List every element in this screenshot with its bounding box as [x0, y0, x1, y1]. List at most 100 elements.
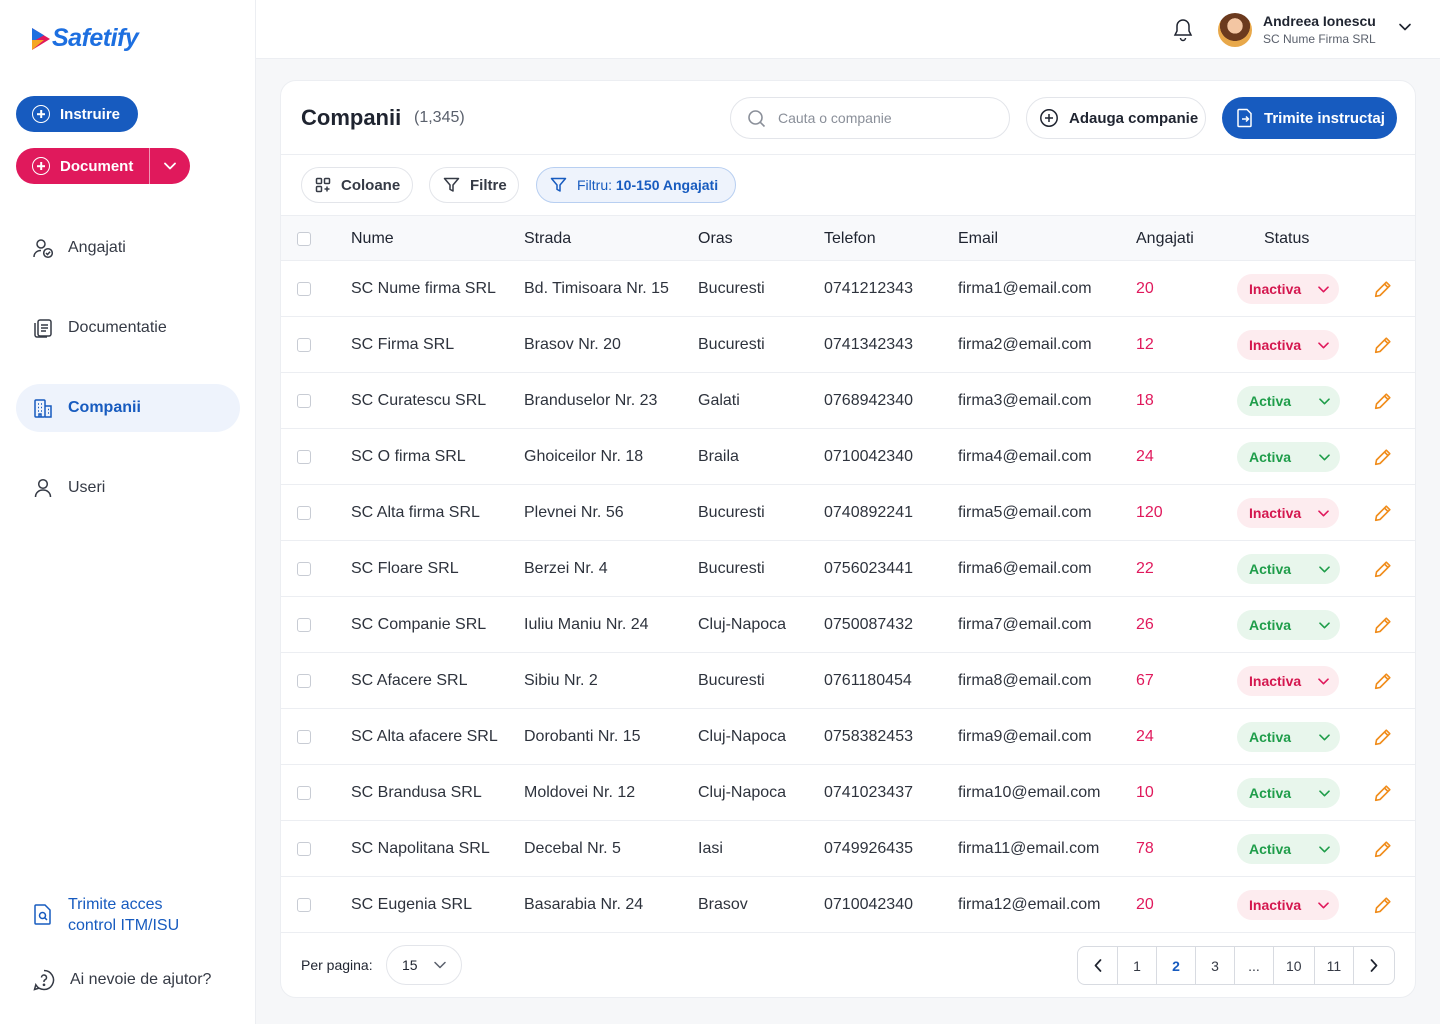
table-row[interactable]: SC Floare SRL Berzei Nr. 4 Bucuresti 075602…: [281, 541, 1415, 597]
sidebar-item-companii[interactable]: Companii: [16, 384, 240, 432]
status-dropdown[interactable]: Activa: [1237, 778, 1340, 808]
edit-pencil-icon[interactable]: [1374, 672, 1392, 690]
cell-email: firma2@email.com: [958, 336, 1092, 353]
page-button-2[interactable]: 2: [1157, 947, 1196, 984]
chevron-down-icon: [1319, 621, 1330, 628]
page-button-1[interactable]: 1: [1118, 947, 1157, 984]
page-button-3[interactable]: 3: [1196, 947, 1235, 984]
filters-button[interactable]: Filtre: [429, 167, 519, 203]
status-dropdown[interactable]: Activa: [1237, 442, 1340, 472]
cell-angajati: 24: [1136, 728, 1154, 745]
chevron-down-icon: [1318, 285, 1329, 292]
cell-email: firma12@email.com: [958, 896, 1101, 913]
row-checkbox[interactable]: [297, 394, 311, 408]
table-row[interactable]: SC Nume firma SRL Bd. Timisoara Nr. 15 Buc…: [281, 261, 1415, 317]
status-dropdown[interactable]: Activa: [1237, 554, 1340, 584]
instruire-label: Instruire: [60, 105, 121, 123]
table-row[interactable]: SC Curatescu SRL Branduselor Nr. 23 Galati…: [281, 373, 1415, 429]
document-button[interactable]: Document: [16, 148, 150, 184]
brand-logo[interactable]: Safetify: [32, 24, 139, 53]
row-checkbox[interactable]: [297, 674, 311, 688]
sidebar-item-useri[interactable]: Useri: [16, 464, 240, 512]
table-header: Nume Strada Oras Telefon Email Angajati …: [281, 215, 1415, 261]
table-row[interactable]: SC Companie SRL Iuliu Maniu Nr. 24 Cluj-Na…: [281, 597, 1415, 653]
status-dropdown[interactable]: Activa: [1237, 834, 1340, 864]
column-header-strada[interactable]: Strada: [524, 230, 571, 248]
filter-icon: [443, 177, 460, 192]
edit-pencil-icon[interactable]: [1374, 896, 1392, 914]
table-row[interactable]: SC O firma SRL Ghoiceilor Nr. 18 Braila 071…: [281, 429, 1415, 485]
avatar[interactable]: [1218, 13, 1252, 47]
add-company-button[interactable]: Adauga companie: [1026, 97, 1206, 139]
status-dropdown[interactable]: Activa: [1237, 610, 1340, 640]
row-checkbox[interactable]: [297, 506, 311, 520]
row-checkbox[interactable]: [297, 898, 311, 912]
row-checkbox[interactable]: [297, 562, 311, 576]
column-header-nume[interactable]: Nume: [351, 230, 394, 248]
status-dropdown[interactable]: Inactiva: [1237, 274, 1339, 304]
cell-telefon: 0710042340: [824, 448, 913, 465]
document-search-icon: [34, 904, 51, 925]
column-header-angajati[interactable]: Angajati: [1136, 230, 1194, 248]
page-button-11[interactable]: 11: [1315, 947, 1355, 984]
status-dropdown[interactable]: Inactiva: [1237, 330, 1339, 360]
table-row[interactable]: SC Afacere SRL Sibiu Nr. 2 Bucuresti 076118…: [281, 653, 1415, 709]
row-checkbox[interactable]: [297, 282, 311, 296]
cell-oras: Bucuresti: [698, 280, 765, 297]
page-button-10[interactable]: 10: [1274, 947, 1315, 984]
status-dropdown[interactable]: Inactiva: [1237, 890, 1339, 920]
table-row[interactable]: SC Firma SRL Brasov Nr. 20 Bucuresti 074134…: [281, 317, 1415, 373]
column-header-email[interactable]: Email: [958, 230, 998, 248]
instruire-button[interactable]: Instruire: [16, 96, 138, 132]
row-checkbox[interactable]: [297, 730, 311, 744]
row-checkbox[interactable]: [297, 618, 311, 632]
table-row[interactable]: SC Brandusa SRL Moldovei Nr. 12 Cluj-Napoc…: [281, 765, 1415, 821]
row-checkbox[interactable]: [297, 450, 311, 464]
search-input[interactable]: [778, 110, 978, 126]
columns-button[interactable]: Coloane: [301, 167, 413, 203]
chevron-down-icon[interactable]: [1398, 22, 1412, 32]
edit-pencil-icon[interactable]: [1374, 448, 1392, 466]
status-dropdown[interactable]: Activa: [1237, 386, 1340, 416]
active-filter-chip[interactable]: Filtru: 10-150 Angajati: [536, 167, 736, 203]
sidebar-item-documentatie[interactable]: Documentatie: [16, 304, 240, 352]
status-dropdown[interactable]: Inactiva: [1237, 498, 1339, 528]
document-dropdown-toggle[interactable]: [150, 148, 190, 184]
bell-icon[interactable]: [1171, 17, 1195, 43]
edit-pencil-icon[interactable]: [1374, 504, 1392, 522]
cell-oras: Bucuresti: [698, 672, 765, 689]
cell-angajati: 22: [1136, 560, 1154, 577]
edit-pencil-icon[interactable]: [1374, 560, 1392, 578]
column-header-telefon[interactable]: Telefon: [824, 230, 876, 248]
edit-pencil-icon[interactable]: [1374, 840, 1392, 858]
cell-nume: SC Floare SRL: [351, 560, 459, 577]
edit-pencil-icon[interactable]: [1374, 336, 1392, 354]
edit-pencil-icon[interactable]: [1374, 392, 1392, 410]
edit-pencil-icon[interactable]: [1374, 728, 1392, 746]
cell-email: firma5@email.com: [958, 504, 1092, 521]
next-page-button[interactable]: [1354, 947, 1394, 984]
send-access-link[interactable]: Trimite acces control ITM/ISU: [32, 894, 179, 936]
row-checkbox[interactable]: [297, 842, 311, 856]
cell-angajati: 120: [1136, 504, 1163, 521]
table-row[interactable]: SC Eugenia SRL Basarabia Nr. 24 Brasov 0710…: [281, 877, 1415, 933]
row-checkbox[interactable]: [297, 338, 311, 352]
table-row[interactable]: SC Alta afacere SRL Dorobanti Nr. 15 Cluj-…: [281, 709, 1415, 765]
per-page-select[interactable]: 15: [386, 945, 462, 985]
status-dropdown[interactable]: Activa: [1237, 722, 1340, 752]
previous-page-button[interactable]: [1078, 947, 1118, 984]
column-header-oras[interactable]: Oras: [698, 230, 733, 248]
cell-telefon: 0710042340: [824, 896, 913, 913]
help-link[interactable]: Ai nevoie de ajutor?: [32, 968, 211, 992]
table-row[interactable]: SC Alta firma SRL Plevnei Nr. 56 Bucuresti…: [281, 485, 1415, 541]
table-row[interactable]: SC Napolitana SRL Decebal Nr. 5 Iasi 074992…: [281, 821, 1415, 877]
edit-pencil-icon[interactable]: [1374, 616, 1392, 634]
row-checkbox[interactable]: [297, 786, 311, 800]
sidebar-item-angajati[interactable]: Angajati: [16, 224, 240, 272]
select-all-checkbox[interactable]: [297, 232, 311, 246]
edit-pencil-icon[interactable]: [1374, 784, 1392, 802]
edit-pencil-icon[interactable]: [1374, 280, 1392, 298]
column-header-status[interactable]: Status: [1264, 230, 1309, 248]
status-dropdown[interactable]: Inactiva: [1237, 666, 1339, 696]
send-instructaj-button[interactable]: Trimite instructaj: [1222, 97, 1397, 139]
